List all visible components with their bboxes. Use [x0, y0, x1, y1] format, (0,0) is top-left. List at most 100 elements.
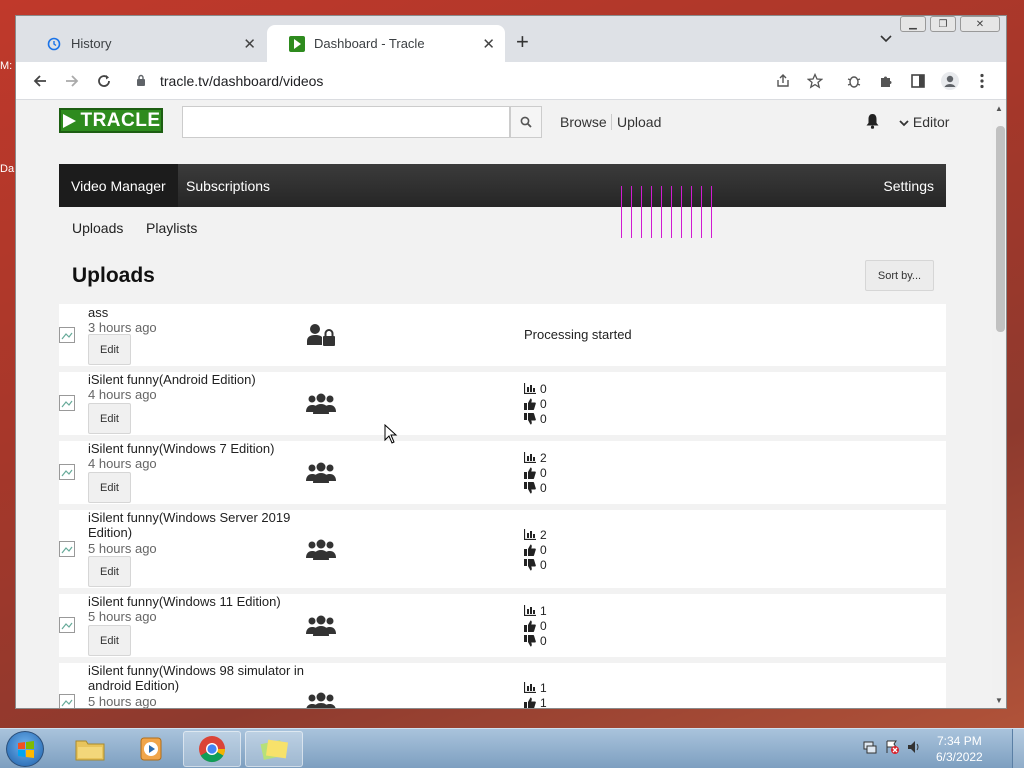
- file-explorer-icon[interactable]: [61, 731, 119, 767]
- broken-thumbnail-icon[interactable]: [59, 541, 75, 557]
- bookmark-star-icon[interactable]: [804, 70, 826, 92]
- back-icon[interactable]: [29, 70, 51, 92]
- reload-icon[interactable]: [93, 70, 115, 92]
- notifications-bell-icon[interactable]: [865, 113, 880, 132]
- like-count: 1: [524, 695, 547, 708]
- mouse-cursor-icon: [384, 423, 398, 447]
- action-center-flag-icon[interactable]: [884, 739, 900, 758]
- edit-button[interactable]: Edit: [88, 556, 131, 587]
- broken-thumbnail-icon[interactable]: [59, 464, 75, 480]
- desktop-icon-label: Da: [0, 163, 15, 175]
- browser-window: History ✕ Dashboard - Tracle ✕ + ▁ ❐ ✕ t…: [15, 15, 1007, 709]
- subtab-uploads[interactable]: Uploads: [72, 220, 123, 236]
- page-title: Uploads: [72, 264, 155, 287]
- logo-play-icon: [63, 113, 77, 128]
- public-users-icon: [306, 615, 336, 637]
- history-icon: [46, 36, 62, 52]
- tab-dashboard[interactable]: Dashboard - Tracle ✕: [267, 25, 505, 62]
- forward-icon[interactable]: [61, 70, 83, 92]
- browser-menu-icon[interactable]: [971, 70, 993, 92]
- user-menu[interactable]: Editor: [899, 114, 949, 130]
- subtab-playlists[interactable]: Playlists: [146, 220, 197, 236]
- broken-thumbnail-icon[interactable]: [59, 617, 75, 633]
- video-title[interactable]: ass: [88, 305, 308, 320]
- video-title[interactable]: iSilent funny(Windows 98 simulator in an…: [88, 663, 308, 693]
- tracle-favicon-icon: [289, 35, 305, 52]
- address-bar[interactable]: tracle.tv/dashboard/videos: [128, 67, 778, 95]
- search-input[interactable]: [182, 106, 510, 138]
- video-timestamp: 4 hours ago: [88, 387, 157, 402]
- broken-thumbnail-icon[interactable]: [59, 395, 75, 411]
- window-controls: ▁ ❐ ✕: [900, 16, 1000, 32]
- thumbs-up-icon: [524, 620, 536, 632]
- view-count: 2: [524, 527, 547, 542]
- profile-avatar-icon[interactable]: [939, 70, 961, 92]
- private-lock-icon: [306, 323, 336, 346]
- sticky-notes-icon[interactable]: [245, 731, 303, 767]
- url-text: tracle.tv/dashboard/videos: [160, 73, 324, 89]
- close-tab-icon[interactable]: ✕: [482, 35, 495, 53]
- chrome-taskbar-icon[interactable]: [183, 731, 241, 767]
- tab-strip: History ✕ Dashboard - Tracle ✕ + ▁ ❐ ✕: [16, 16, 1006, 62]
- search-icon: [520, 116, 532, 128]
- thumbs-down-icon: [524, 481, 536, 493]
- video-title[interactable]: iSilent funny(Windows Server 2019 Editio…: [88, 510, 308, 540]
- restore-icon[interactable]: ❐: [930, 16, 956, 32]
- share-icon[interactable]: [772, 70, 794, 92]
- lock-icon: [136, 74, 150, 89]
- page-scrollbar[interactable]: ▲ ▼: [992, 100, 1006, 708]
- user-name: Editor: [912, 114, 950, 130]
- system-clock[interactable]: 7:34 PM 6/3/2022: [936, 733, 983, 765]
- video-row: iSilent funny(Windows 7 Edition) 4 hours…: [59, 441, 946, 504]
- close-window-icon[interactable]: ✕: [960, 16, 1000, 32]
- network-icon[interactable]: [862, 739, 878, 758]
- edit-button[interactable]: Edit: [88, 334, 131, 365]
- volume-icon[interactable]: [906, 739, 922, 758]
- thumbs-down-icon: [524, 558, 536, 570]
- tab-label: Dashboard - Tracle: [314, 36, 425, 51]
- edit-button[interactable]: Edit: [88, 403, 131, 434]
- close-tab-icon[interactable]: ✕: [243, 35, 256, 53]
- video-row: iSilent funny(Android Edition) 4 hours a…: [59, 372, 946, 435]
- bar-chart-icon: [524, 529, 536, 540]
- scrollbar-thumb[interactable]: [996, 126, 1005, 332]
- extensions-puzzle-icon[interactable]: [875, 70, 897, 92]
- scroll-down-icon[interactable]: ▼: [995, 696, 1003, 705]
- tracle-logo[interactable]: TRACLE: [59, 108, 163, 133]
- scroll-up-icon[interactable]: ▲: [995, 104, 1003, 113]
- system-tray: [862, 739, 922, 758]
- media-player-icon[interactable]: [122, 731, 180, 767]
- video-title[interactable]: iSilent funny(Windows 11 Edition): [88, 594, 308, 609]
- video-title[interactable]: iSilent funny(Windows 7 Edition): [88, 441, 308, 456]
- view-count: 1: [524, 603, 547, 618]
- show-desktop-button[interactable]: [1012, 729, 1024, 768]
- tab-subscriptions[interactable]: Subscriptions: [174, 164, 282, 207]
- tab-video-manager[interactable]: Video Manager: [59, 164, 178, 207]
- chevron-down-icon: [899, 120, 909, 127]
- new-tab-icon[interactable]: +: [516, 29, 529, 55]
- side-panel-icon[interactable]: [907, 70, 929, 92]
- broken-thumbnail-icon[interactable]: [59, 327, 75, 343]
- search-button[interactable]: [510, 106, 542, 138]
- dislike-count: 0: [524, 411, 547, 426]
- bar-chart-icon: [524, 682, 536, 693]
- clock-time: 7:34 PM: [937, 734, 982, 748]
- broken-thumbnail-icon[interactable]: [59, 694, 75, 708]
- tab-history[interactable]: History ✕: [24, 25, 266, 62]
- video-timestamp: 5 hours ago: [88, 609, 157, 624]
- extension-bug-icon[interactable]: [843, 70, 865, 92]
- browse-link[interactable]: Browse: [560, 114, 607, 130]
- video-row: iSilent funny(Windows Server 2019 Editio…: [59, 510, 946, 588]
- tab-settings[interactable]: Settings: [871, 164, 946, 207]
- tab-search-chevron-icon[interactable]: [880, 32, 892, 46]
- edit-button[interactable]: Edit: [88, 472, 131, 503]
- sort-by-button[interactable]: Sort by...: [865, 260, 934, 291]
- bar-chart-icon: [524, 452, 536, 463]
- like-count: 0: [524, 618, 547, 633]
- start-button[interactable]: [6, 731, 44, 767]
- minimize-icon[interactable]: ▁: [900, 16, 926, 32]
- edit-button[interactable]: Edit: [88, 625, 131, 656]
- video-timestamp: 4 hours ago: [88, 456, 157, 471]
- video-title[interactable]: iSilent funny(Android Edition): [88, 372, 308, 387]
- upload-link[interactable]: Upload: [617, 114, 661, 130]
